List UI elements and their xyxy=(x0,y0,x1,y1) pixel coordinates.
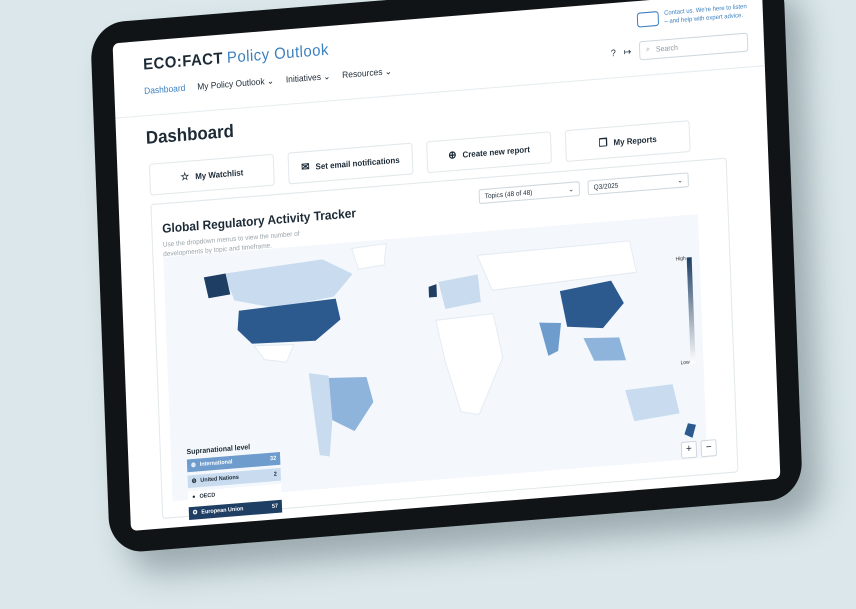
globe-icon: ◍ xyxy=(190,462,196,469)
contact-link[interactable]: Contact us. We're here to listen – and h… xyxy=(636,3,747,29)
topics-select-value: Topics (48 of 48) xyxy=(484,188,533,200)
my-watchlist-label: My Watchlist xyxy=(195,167,244,181)
documents-icon: ❐ xyxy=(598,136,608,150)
supranational-count: 2 xyxy=(273,471,277,479)
supranational-label: International xyxy=(199,459,233,469)
envelope-icon: ✉ xyxy=(301,160,310,174)
search-placeholder: Search xyxy=(655,44,679,54)
country-southeast-asia[interactable] xyxy=(583,335,627,364)
help-icon[interactable]: ? xyxy=(611,47,616,58)
email-notifications-label: Set email notifications xyxy=(315,154,400,172)
country-new-zealand[interactable] xyxy=(684,423,696,439)
app-header: ECO:FACT Policy Outlook Dashboard My Poli… xyxy=(112,0,765,119)
country-australia[interactable] xyxy=(625,384,680,422)
oecd-logo-icon: ● xyxy=(192,493,196,501)
page-title: Dashboard xyxy=(145,120,235,149)
country-mexico[interactable] xyxy=(253,342,295,364)
search-input[interactable]: ⌕ Search xyxy=(638,32,749,61)
nav-resources[interactable]: Resources ⌄ xyxy=(342,66,392,82)
legend-high-label: High xyxy=(675,255,686,263)
supranational-count: 57 xyxy=(271,503,279,511)
add-document-icon: ⊕ xyxy=(448,149,457,162)
logo[interactable]: ECO:FACT Policy Outlook xyxy=(143,41,329,74)
legend-low-label: Low xyxy=(680,359,690,367)
chat-bubbles-icon xyxy=(636,11,659,28)
country-uk[interactable] xyxy=(428,284,437,298)
un-flag-icon: ◍ xyxy=(191,477,197,485)
supranational-legend: Supranational level ◍ International 32 ◍ U… xyxy=(186,441,283,523)
nav-initiatives[interactable]: Initiatives ⌄ xyxy=(286,71,331,86)
country-brazil[interactable] xyxy=(326,374,375,433)
period-select[interactable]: Q3/2025 ⌄ xyxy=(587,172,689,196)
supranational-count: 32 xyxy=(270,455,277,463)
topics-select[interactable]: Topics (48 of 48) ⌄ xyxy=(478,181,581,205)
zoom-out-button[interactable]: − xyxy=(700,439,718,458)
period-select-value: Q3/2025 xyxy=(593,181,619,192)
country-russia[interactable] xyxy=(476,240,638,291)
nav-dashboard[interactable]: Dashboard xyxy=(144,82,186,97)
chevron-down-icon: ⌄ xyxy=(677,177,683,185)
header-tools: ? ↦ ⌕ Search xyxy=(611,32,749,63)
supranational-label: European Union xyxy=(201,506,244,516)
my-reports-label: My Reports xyxy=(613,133,657,148)
country-india[interactable] xyxy=(539,321,562,357)
my-watchlist-button[interactable]: ☆ My Watchlist xyxy=(148,153,275,196)
map-zoom-controls: + − xyxy=(680,439,718,459)
country-africa[interactable] xyxy=(435,313,505,418)
create-report-label: Create new report xyxy=(462,144,531,160)
product-name: Policy Outlook xyxy=(226,40,330,68)
supranational-label: United Nations xyxy=(200,474,239,484)
search-icon: ⌕ xyxy=(645,45,651,54)
country-europe[interactable] xyxy=(438,274,481,309)
brand-name: ECO:FACT xyxy=(142,49,224,74)
star-icon: ☆ xyxy=(180,170,190,184)
eu-flag-icon: ✪ xyxy=(192,509,198,517)
logout-icon[interactable]: ↦ xyxy=(624,46,632,58)
tracker-panel: Global Regulatory Activity Tracker Use t… xyxy=(150,157,739,520)
app-screen: ECO:FACT Policy Outlook Dashboard My Poli… xyxy=(112,0,781,532)
country-usa[interactable] xyxy=(237,298,341,347)
supranational-label: OECD xyxy=(199,492,216,500)
email-notifications-button[interactable]: ✉ Set email notifications xyxy=(287,142,414,185)
country-greenland[interactable] xyxy=(351,242,388,270)
nav-my-policy-outlook[interactable]: My Policy Outlook ⌄ xyxy=(197,75,274,93)
my-reports-button[interactable]: ❐ My Reports xyxy=(564,120,691,163)
chevron-down-icon: ⌄ xyxy=(568,185,575,194)
zoom-in-button[interactable]: + xyxy=(680,440,698,459)
tablet-frame: ECO:FACT Policy Outlook Dashboard My Poli… xyxy=(90,0,803,554)
country-china[interactable] xyxy=(559,280,625,332)
create-report-button[interactable]: ⊕ Create new report xyxy=(426,131,553,174)
